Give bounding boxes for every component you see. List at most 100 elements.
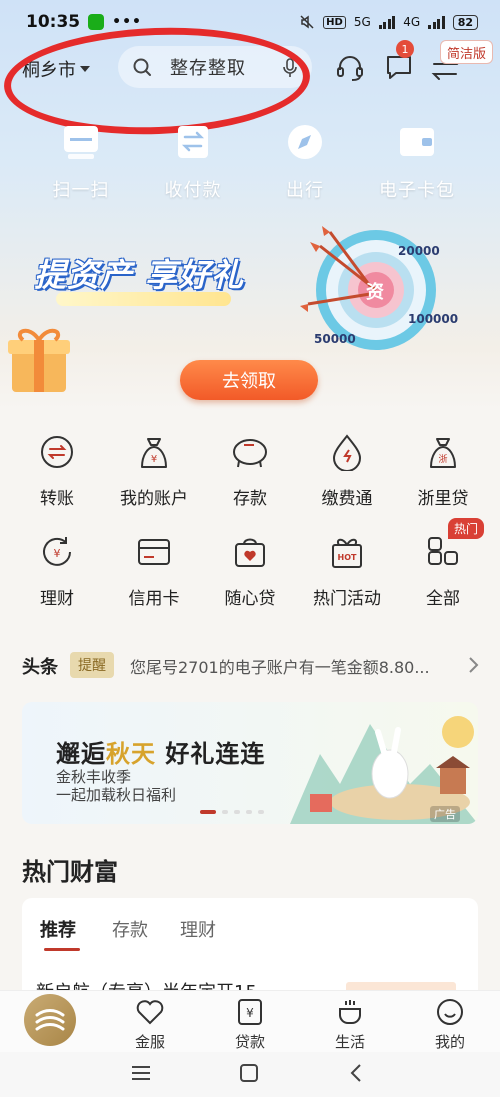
ad-title: 邂逅秋天 好礼连连 <box>56 734 265 769</box>
active-tab-indicator <box>44 948 80 951</box>
headline-message[interactable]: 您尾号2701的电子账户有一笔金额8.80... <box>130 654 430 678</box>
microphone-icon[interactable] <box>282 58 298 78</box>
nav-finance[interactable]: 金服 <box>100 997 200 1052</box>
quick-action-label: 收付款 <box>164 180 222 201</box>
service-label: 我的账户 <box>120 489 188 509</box>
ad-title-part: 邂逅 <box>56 740 106 768</box>
svg-text:浙: 浙 <box>438 453 447 465</box>
banner-subtitle-bar <box>56 292 231 306</box>
promo-banner[interactable]: 提资产 享好礼 资 20000 100000 50000 去领取 <box>0 218 500 408</box>
tab-recommended[interactable]: 推荐 <box>40 916 76 942</box>
service-bill-pay[interactable]: 缴费通 <box>297 432 397 509</box>
credit-card-icon <box>132 532 176 572</box>
quick-action-label: 出行 <box>286 180 324 201</box>
service-label: 存款 <box>233 489 267 509</box>
wealth-refresh-icon: ¥ <box>35 532 79 572</box>
network-5g: 5G <box>353 15 371 29</box>
service-grid: 转账 ¥ 我的账户 存款 缴费通 浙 浙里贷 ¥ 理财 信用卡 随心贷 HOT … <box>0 432 500 622</box>
status-time: 10:35 <box>26 12 81 32</box>
system-navigation-bar <box>0 1052 500 1097</box>
remind-tag: 提醒 <box>70 652 114 678</box>
service-hot-activities[interactable]: HOT 热门活动 <box>297 532 397 609</box>
payment-code-icon <box>171 120 215 164</box>
city-selector[interactable]: 桐乡市 <box>22 56 90 82</box>
nav-label: 金服 <box>134 1033 165 1051</box>
claim-button[interactable]: 去领取 <box>180 360 318 400</box>
service-deposit[interactable]: 存款 <box>200 432 300 509</box>
search-icon <box>133 58 151 76</box>
quick-action-label: 电子卡包 <box>379 180 455 201</box>
svg-text:¥: ¥ <box>54 547 61 560</box>
target-value: 100000 <box>408 312 459 326</box>
tab-deposit[interactable]: 存款 <box>112 916 148 942</box>
ad-label: 广告 <box>430 806 460 822</box>
headline-bar[interactable]: 头条 提醒 您尾号2701的电子账户有一笔金额8.80... <box>0 646 500 686</box>
quick-action-wallet[interactable]: 电子卡包 <box>362 120 472 202</box>
ad-subtitle: 一起加载秋日福利 <box>56 786 177 804</box>
customer-service-icon[interactable] <box>334 52 366 84</box>
yuan-note-icon: ¥ <box>234 997 266 1027</box>
nav-mine[interactable]: 我的 <box>400 997 500 1052</box>
home-icon[interactable] <box>238 1062 260 1084</box>
service-label: 随心贷 <box>224 589 276 609</box>
service-label: 热门活动 <box>313 589 381 609</box>
hot-gift-icon: HOT <box>325 532 369 572</box>
caret-down-icon <box>80 66 90 72</box>
city-label: 桐乡市 <box>22 60 76 81</box>
service-label: 浙里贷 <box>417 489 469 509</box>
service-wealth[interactable]: ¥ 理财 <box>7 532 107 609</box>
service-all[interactable]: 全部 <box>393 532 493 609</box>
svg-text:¥: ¥ <box>151 454 157 465</box>
service-label: 信用卡 <box>128 589 180 609</box>
heart-bag-icon <box>228 532 272 572</box>
simple-mode-button[interactable]: 简洁版 <box>440 40 494 64</box>
back-icon[interactable] <box>346 1062 368 1084</box>
svg-text:¥: ¥ <box>246 1006 254 1020</box>
account-bag-icon: ¥ <box>132 432 176 472</box>
coffee-cup-icon <box>334 997 366 1027</box>
nav-label: 生活 <box>334 1033 365 1051</box>
menu-icon[interactable] <box>130 1062 152 1084</box>
target-value: 20000 <box>398 244 440 258</box>
chevron-right-icon[interactable] <box>468 656 480 674</box>
gift-box-illustration <box>8 328 70 392</box>
service-label: 全部 <box>426 589 460 609</box>
hot-badge: 热门 <box>448 518 485 539</box>
quick-action-scan[interactable]: 扫一扫 <box>26 120 136 202</box>
hot-wealth-title: 热门财富 <box>22 858 118 886</box>
app-header: 桐乡市 整存整取 <box>0 44 500 92</box>
autumn-ad-card[interactable]: 邂逅秋天 好礼连连 金秋丰收季 一起加载秋日福利 广告 <box>22 702 478 824</box>
smiley-icon <box>434 997 466 1027</box>
service-easy-loan[interactable]: 随心贷 <box>200 532 300 609</box>
piggy-bank-icon <box>228 432 272 472</box>
home-logo-button[interactable] <box>24 994 76 1046</box>
signal-icon <box>428 15 445 29</box>
target-value: 50000 <box>314 332 356 346</box>
message-count-badge: 1 <box>396 40 414 58</box>
service-my-account[interactable]: ¥ 我的账户 <box>104 432 204 509</box>
heart-outline-icon <box>134 997 166 1027</box>
banner-title: 提资产 享好礼 <box>34 256 245 294</box>
nav-loans[interactable]: ¥ 贷款 <box>200 997 300 1052</box>
quick-actions: 扫一扫 收付款 出行 电子卡包 <box>0 120 500 210</box>
bill-pay-icon <box>325 432 369 472</box>
search-bar[interactable]: 整存整取 <box>118 46 312 88</box>
quick-action-payment[interactable]: 收付款 <box>138 120 248 202</box>
hd-badge: HD <box>323 15 346 29</box>
service-label: 理财 <box>40 589 74 609</box>
signal-icon <box>378 15 396 29</box>
quick-action-travel[interactable]: 出行 <box>250 120 360 202</box>
carousel-indicator <box>200 810 264 814</box>
nav-life[interactable]: 生活 <box>300 997 400 1052</box>
loan-bag-icon: 浙 <box>421 432 465 472</box>
target-center-label: 资 <box>366 282 384 303</box>
bank-logo-icon <box>35 1009 65 1031</box>
mute-icon <box>300 15 314 29</box>
service-credit-card[interactable]: 信用卡 <box>104 532 204 609</box>
service-zheli-loan[interactable]: 浙 浙里贷 <box>393 432 493 509</box>
service-transfer[interactable]: 转账 <box>7 432 107 509</box>
service-label: 缴费通 <box>321 489 373 509</box>
headline-title: 头条 <box>22 657 58 678</box>
tab-wealth-management[interactable]: 理财 <box>180 916 216 942</box>
ad-title-part: 好礼连连 <box>156 740 266 768</box>
